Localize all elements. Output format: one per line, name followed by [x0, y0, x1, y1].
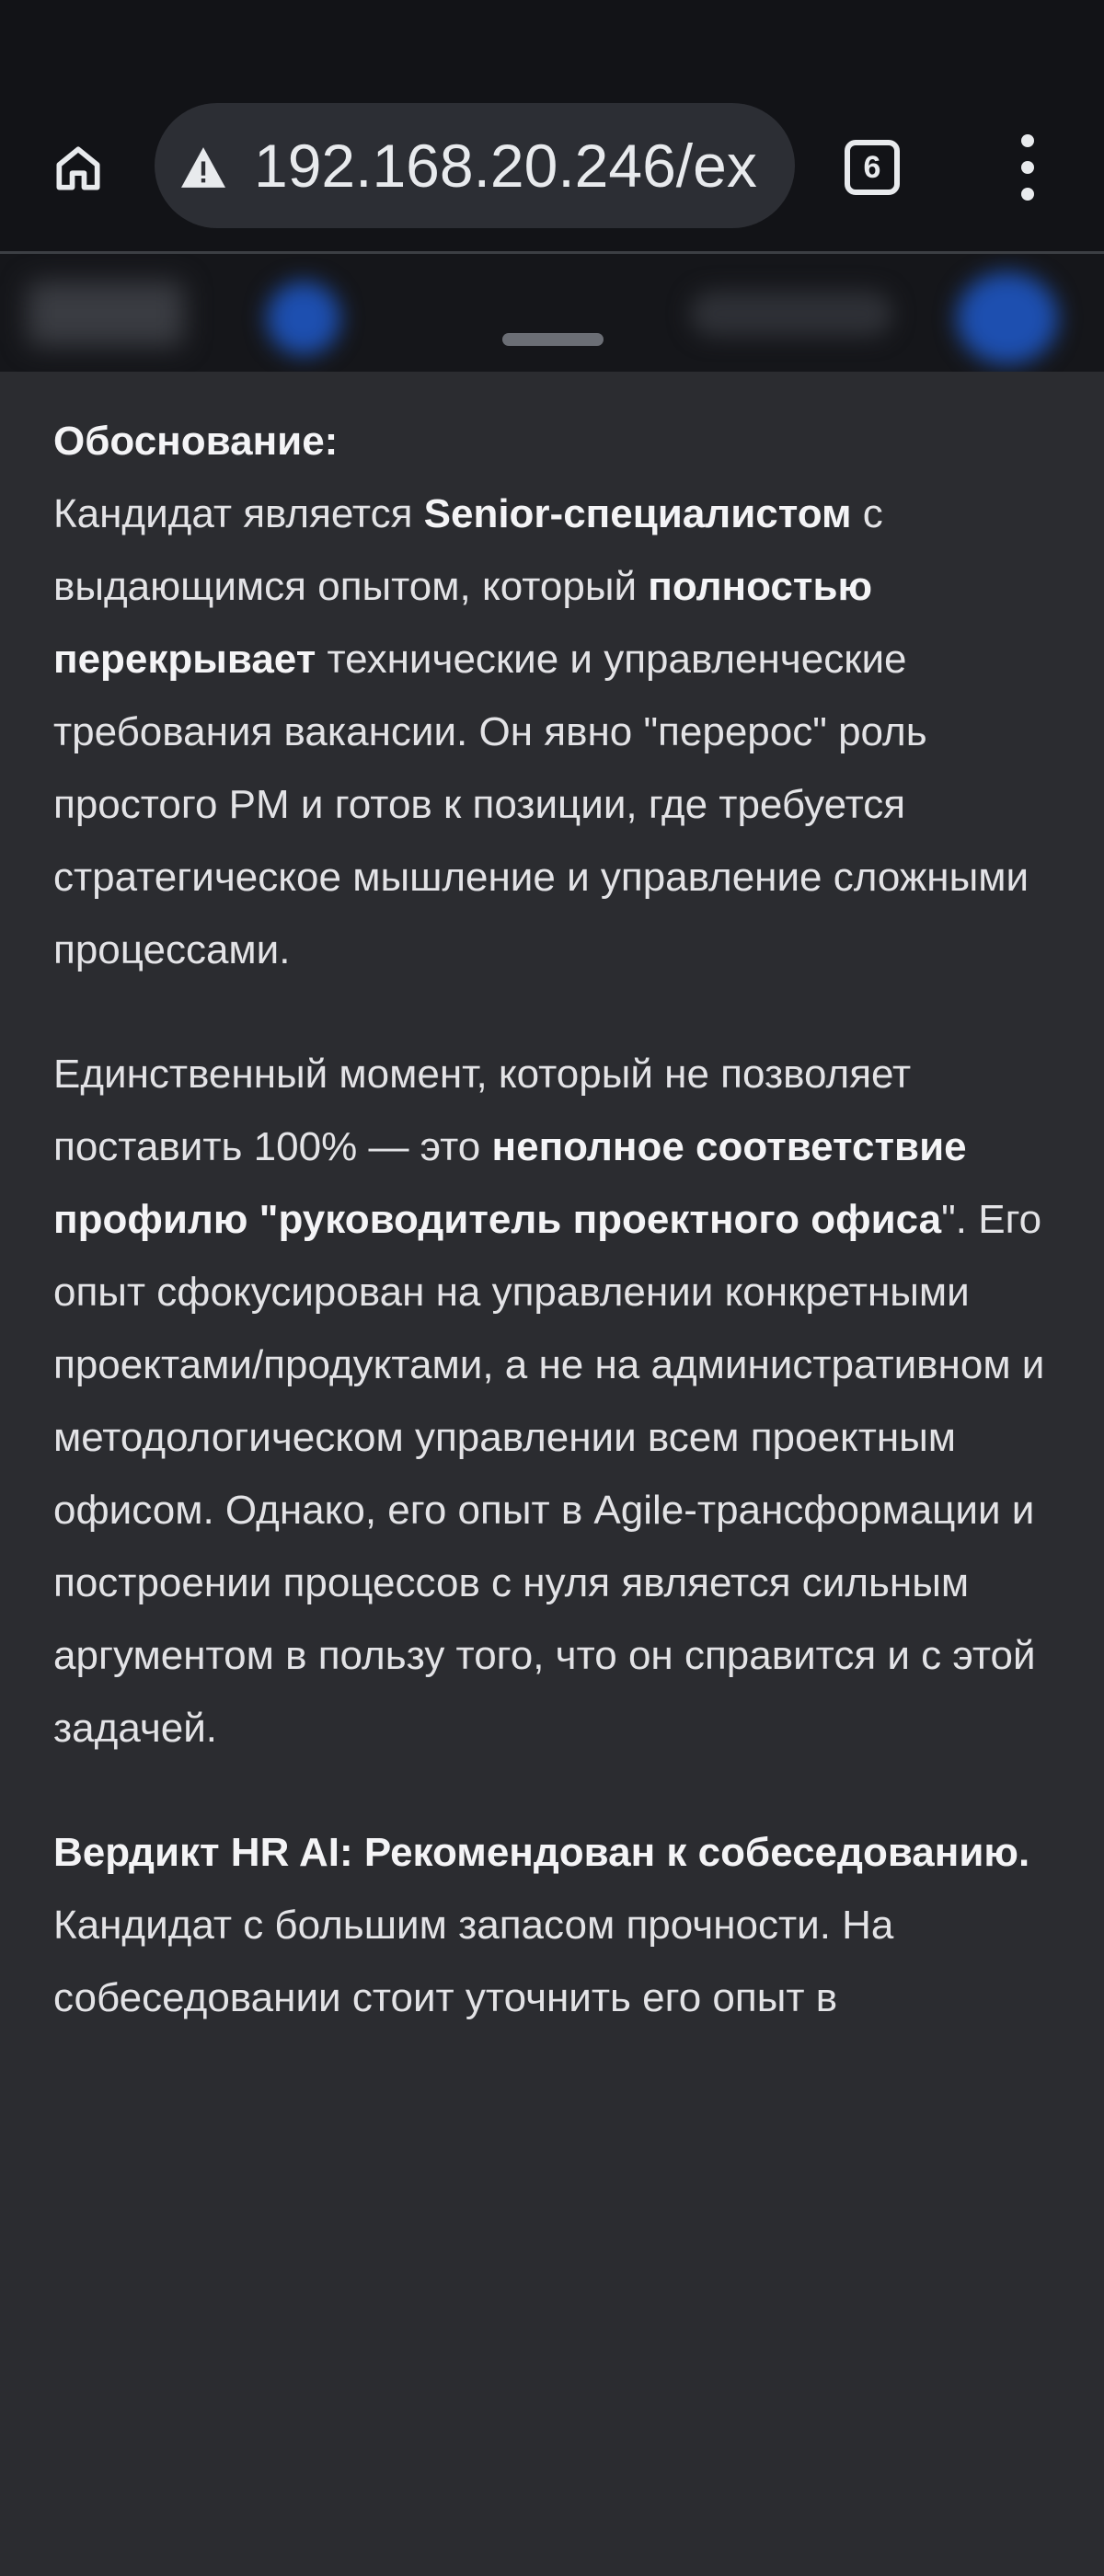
more-vert-icon — [1021, 134, 1034, 147]
justification-heading: Обоснование: — [53, 419, 339, 464]
home-button[interactable] — [46, 136, 110, 201]
tab-count: 6 — [863, 149, 881, 185]
paragraph-2: Единственный момент, который не позволяе… — [53, 1038, 1056, 1765]
blurred-page-header — [0, 254, 1104, 372]
browser-toolbar: 192.168.20.246/ex 6 — [0, 0, 1104, 254]
url-text: 192.168.20.246/ex — [254, 132, 757, 200]
home-icon — [56, 146, 100, 190]
warning-icon — [181, 147, 225, 188]
p1-text-a: Кандидат является — [53, 491, 424, 536]
p2-text-c: ". Его опыт сфокусирован на управлении к… — [53, 1197, 1045, 1751]
more-vert-dot — [1021, 161, 1034, 174]
blurred-button — [690, 291, 892, 337]
verdict-paragraph: Вердикт HR AI: Рекомендован к собеседова… — [53, 1816, 1056, 2034]
address-bar[interactable]: 192.168.20.246/ex — [155, 103, 795, 228]
p1-bold-b: Senior-специалистом — [423, 491, 852, 536]
tabs-button[interactable]: 6 — [845, 140, 900, 195]
analysis-content: Обоснование: Кандидат является Senior-сп… — [53, 405, 1056, 2086]
blurred-action — [957, 272, 1058, 364]
paragraph-1: Кандидат является Senior-специалистом с … — [53, 477, 1056, 986]
verdict-text: Кандидат с большим запасом прочности. На… — [53, 1903, 894, 2020]
more-menu-button[interactable] — [1005, 131, 1051, 204]
blurred-logo — [28, 282, 184, 346]
more-vert-dot — [1021, 188, 1034, 201]
verdict-bold: Вердикт HR AI: Рекомендован к собеседова… — [53, 1830, 1030, 1875]
blurred-avatar — [267, 282, 340, 355]
p1-text-e: технические и управленческие требования … — [53, 637, 1029, 972]
sheet-drag-handle[interactable] — [502, 333, 604, 346]
